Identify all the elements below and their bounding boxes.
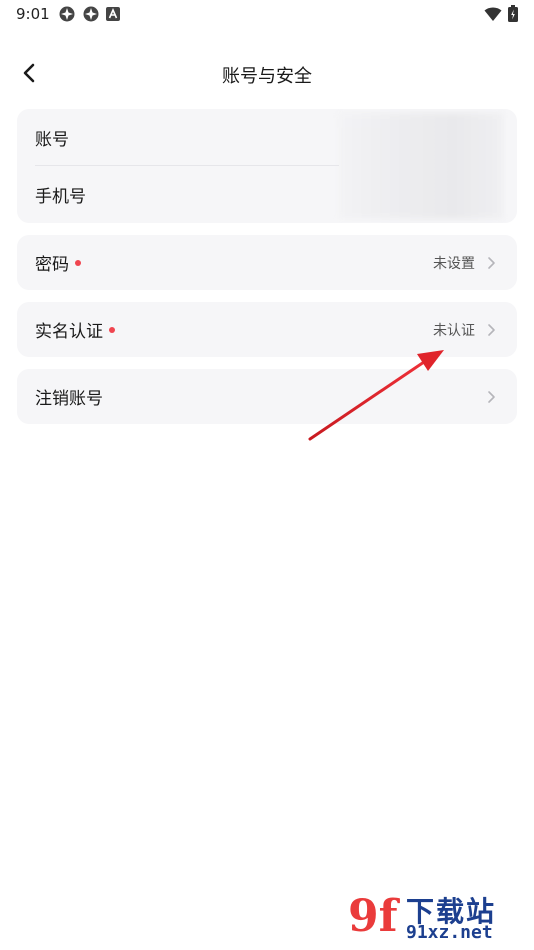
realname-status: 未认证 [433,322,475,339]
password-status: 未设置 [433,255,475,272]
chevron-right-icon [488,256,495,269]
status-icons-right [484,5,518,22]
password-label: 密码 [35,255,69,275]
app-icon [83,6,99,22]
status-icons-left [58,5,120,23]
password-card: 密码 未设置 [17,235,517,290]
account-card: 账号 手机号 [17,109,517,223]
watermark-domain: 91xz.net [406,922,493,943]
chevron-right-icon [488,390,495,403]
cancel-account-label: 注销账号 [35,389,103,409]
status-time: 9:01 [16,5,50,23]
account-label: 账号 [35,130,69,150]
cancel-account-card: 注销账号 [17,369,517,424]
nav-bar: 账号与安全 [0,50,534,96]
a-icon [106,7,120,21]
wifi-icon [484,7,502,21]
status-bar: 9:01 [0,0,534,30]
unset-indicator-dot [75,259,81,266]
site-watermark: 9f 下载站 91xz.net [346,890,526,944]
password-row[interactable]: 密码 未设置 [17,235,517,290]
unverified-indicator-dot [109,326,115,333]
chevron-right-icon [488,323,495,336]
realname-label: 实名认证 [35,322,103,342]
realname-card: 实名认证 未认证 [17,302,517,357]
watermark-logo: 9f [348,891,398,942]
phone-label: 手机号 [35,187,86,207]
page-title: 账号与安全 [222,66,312,87]
account-row[interactable]: 账号 [17,109,517,166]
realname-row[interactable]: 实名认证 未认证 [17,302,517,357]
phone-row[interactable]: 手机号 [17,166,517,223]
cancel-account-row[interactable]: 注销账号 [17,369,517,424]
app-icon [59,6,75,22]
battery-icon [508,5,518,22]
